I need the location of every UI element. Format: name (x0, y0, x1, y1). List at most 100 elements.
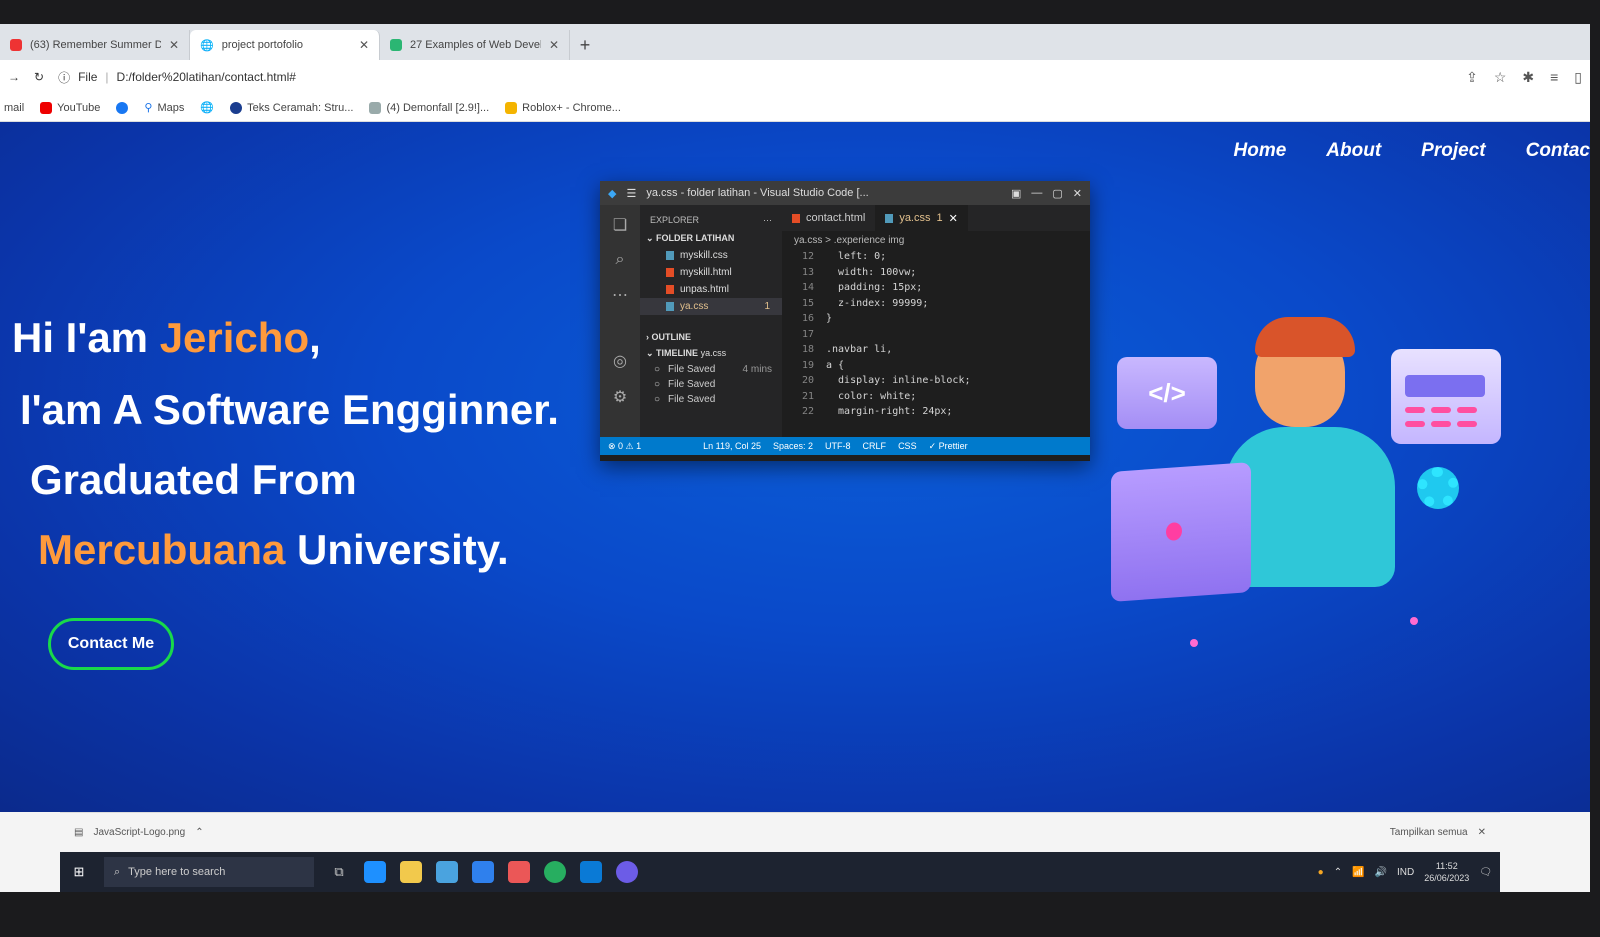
clock[interactable]: 11:52 26/06/2023 (1424, 860, 1469, 884)
css-file-icon (666, 251, 674, 260)
maximize-icon[interactable]: ▢ (1052, 187, 1062, 200)
status-bar: ⊗ 0 ⚠ 1 Ln 119, Col 25 Spaces: 2 UTF-8 C… (600, 437, 1090, 455)
file-item[interactable]: myskill.html (640, 264, 782, 281)
media-icon[interactable] (508, 861, 530, 883)
close-icon[interactable]: ✕ (1478, 827, 1486, 838)
breadcrumb[interactable]: ya.css > .experience img (782, 231, 1090, 249)
browser-tab[interactable]: (63) Remember Summer D... ✕ (0, 30, 190, 60)
star-icon[interactable]: ☆ (1494, 69, 1507, 86)
vscode-window[interactable]: ◆ ☰ ya.css - folder latihan - Visual Stu… (600, 181, 1090, 461)
close-tab-icon[interactable]: ✕ (549, 38, 559, 52)
sparkle-dot (1190, 639, 1198, 647)
folder-header[interactable]: ⌄ FOLDER LATIHAN (640, 230, 782, 247)
files-icon[interactable]: ❏ (613, 215, 627, 235)
browser-tab-active[interactable]: 🌐 project portofolio ✕ (190, 30, 380, 60)
sidebar-icon[interactable]: ▯ (1574, 69, 1582, 86)
contact-me-button[interactable]: Contact Me (48, 618, 174, 670)
timeline-item[interactable]: ○ File Saved (640, 377, 782, 392)
close-tab-icon[interactable]: ✕ (169, 38, 179, 52)
code-editor[interactable]: contact.html ya.css 1 ✕ ya.css > .experien… (782, 205, 1090, 437)
show-all-button[interactable]: Tampilkan semua (1390, 827, 1468, 838)
hero-line-2: I'am A Software Engginner. (20, 386, 559, 433)
nav-project[interactable]: Project (1421, 140, 1485, 162)
chevron-up-icon[interactable]: ⌃ (195, 827, 203, 838)
timeline-item[interactable]: ○ File Saved (640, 392, 782, 407)
mail-icon[interactable] (472, 861, 494, 883)
menu-icon[interactable]: ☰ (626, 187, 636, 200)
eol-status[interactable]: CRLF (863, 441, 887, 451)
nav-home[interactable]: Home (1234, 140, 1287, 162)
nav-contact[interactable]: Contac (1526, 140, 1590, 162)
back-icon[interactable]: → (8, 70, 20, 84)
bookmark-item[interactable]: ⚲ Maps (144, 101, 184, 115)
file-item[interactable]: unpas.html (640, 281, 782, 298)
app-icon[interactable] (616, 861, 638, 883)
vscode-logo-icon: ◆ (608, 187, 617, 200)
bookmark-item[interactable]: (4) Demonfall [2.9!]... (369, 101, 489, 114)
taskbar-search[interactable]: ⌕ Type here to search (104, 857, 314, 887)
reload-icon[interactable]: ↻ (34, 70, 44, 84)
editor-tab-active[interactable]: ya.css 1 ✕ (875, 205, 968, 231)
windows-start-icon[interactable]: ⊞ (68, 861, 90, 883)
html-file-icon (666, 268, 674, 277)
minimize-icon[interactable]: — (1031, 187, 1042, 199)
vscode-taskbar-icon[interactable] (580, 861, 602, 883)
language-status[interactable]: CSS (898, 441, 917, 451)
file-item-selected[interactable]: ya.css 1 (640, 298, 782, 315)
close-icon[interactable]: ✕ (1073, 187, 1082, 200)
chevron-up-icon[interactable]: ⌃ (1334, 867, 1342, 878)
bookmark-item[interactable]: YouTube (40, 101, 100, 114)
prettier-status[interactable]: ✓ Prettier (929, 441, 968, 452)
cursor-position[interactable]: Ln 119, Col 25 (703, 441, 761, 451)
info-icon[interactable]: ⓘ (58, 69, 70, 86)
hero-line-3: Graduated From (30, 456, 357, 503)
search-icon[interactable]: ⌕ (616, 251, 625, 269)
edge-icon[interactable] (364, 861, 386, 883)
settings-gear-icon[interactable]: ⚙ (613, 387, 627, 407)
editor-tab[interactable]: contact.html (782, 205, 875, 231)
extensions-icon[interactable]: ✱ (1522, 69, 1534, 86)
network-icon[interactable]: 📶 (1352, 867, 1364, 878)
indent-status[interactable]: Spaces: 2 (773, 441, 813, 451)
form-card (1391, 349, 1501, 444)
more-icon[interactable]: ⋯ (612, 285, 628, 305)
encoding-status[interactable]: UTF-8 (825, 441, 851, 451)
bookmark-item[interactable]: 🌐 (200, 101, 214, 114)
new-tab-button[interactable]: + (570, 30, 600, 60)
toolbar-actions: ⇪ ☆ ✱ ≡ ▯ (1466, 69, 1582, 86)
bookmark-item[interactable]: mail (4, 102, 24, 114)
chrome-icon[interactable] (544, 861, 566, 883)
timeline-header[interactable]: ⌄ TIMELINE ya.css (640, 345, 782, 362)
task-view-icon[interactable]: ⧉ (328, 861, 350, 883)
close-icon[interactable]: ✕ (949, 212, 958, 225)
hero-name: Jericho (159, 314, 310, 361)
code-text[interactable]: left: 0; width: 100vw; padding: 15px; z-… (826, 249, 971, 420)
bookmark-item[interactable]: Roblox+ - Chrome... (505, 101, 621, 114)
notification-icon[interactable]: 🗨 (1479, 867, 1492, 878)
line-numbers: 12 13 14 15 16 17 18 19 20 21 22 (782, 249, 826, 420)
store-icon[interactable] (436, 861, 458, 883)
nav-about[interactable]: About (1326, 140, 1381, 162)
layout-icon[interactable]: ▣ (1011, 187, 1021, 200)
address-bar[interactable]: ⓘ File | D:/folder%20latihan/contact.htm… (58, 69, 1452, 86)
vscode-title: ya.css - folder latihan - Visual Studio … (646, 187, 869, 199)
more-icon[interactable]: ⋯ (763, 215, 772, 226)
problems-status[interactable]: ⊗ 0 ⚠ 1 (608, 441, 641, 452)
download-item[interactable]: JavaScript-Logo.png (93, 827, 185, 838)
reading-list-icon[interactable]: ≡ (1550, 69, 1558, 86)
problem-badge: 1 (764, 301, 770, 312)
language-indicator[interactable]: IND (1397, 867, 1414, 878)
account-icon[interactable]: ◎ (613, 351, 627, 371)
volume-icon[interactable]: 🔊 (1375, 867, 1387, 878)
outline-header[interactable]: › OUTLINE (640, 329, 782, 345)
file-explorer-icon[interactable] (400, 861, 422, 883)
bookmark-item[interactable]: Teks Ceramah: Stru... (230, 101, 353, 114)
share-icon[interactable]: ⇪ (1466, 69, 1478, 86)
close-tab-icon[interactable]: ✕ (359, 38, 369, 52)
timeline-item[interactable]: ○ File Saved 4 mins (640, 362, 782, 377)
file-item[interactable]: myskill.css (640, 247, 782, 264)
url-text[interactable]: D:/folder%20latihan/contact.html# (117, 70, 296, 84)
weather-icon[interactable]: ● (1318, 867, 1324, 878)
bookmark-facebook[interactable] (116, 101, 129, 114)
browser-tab[interactable]: 27 Examples of Web Developer ✕ (380, 30, 570, 60)
